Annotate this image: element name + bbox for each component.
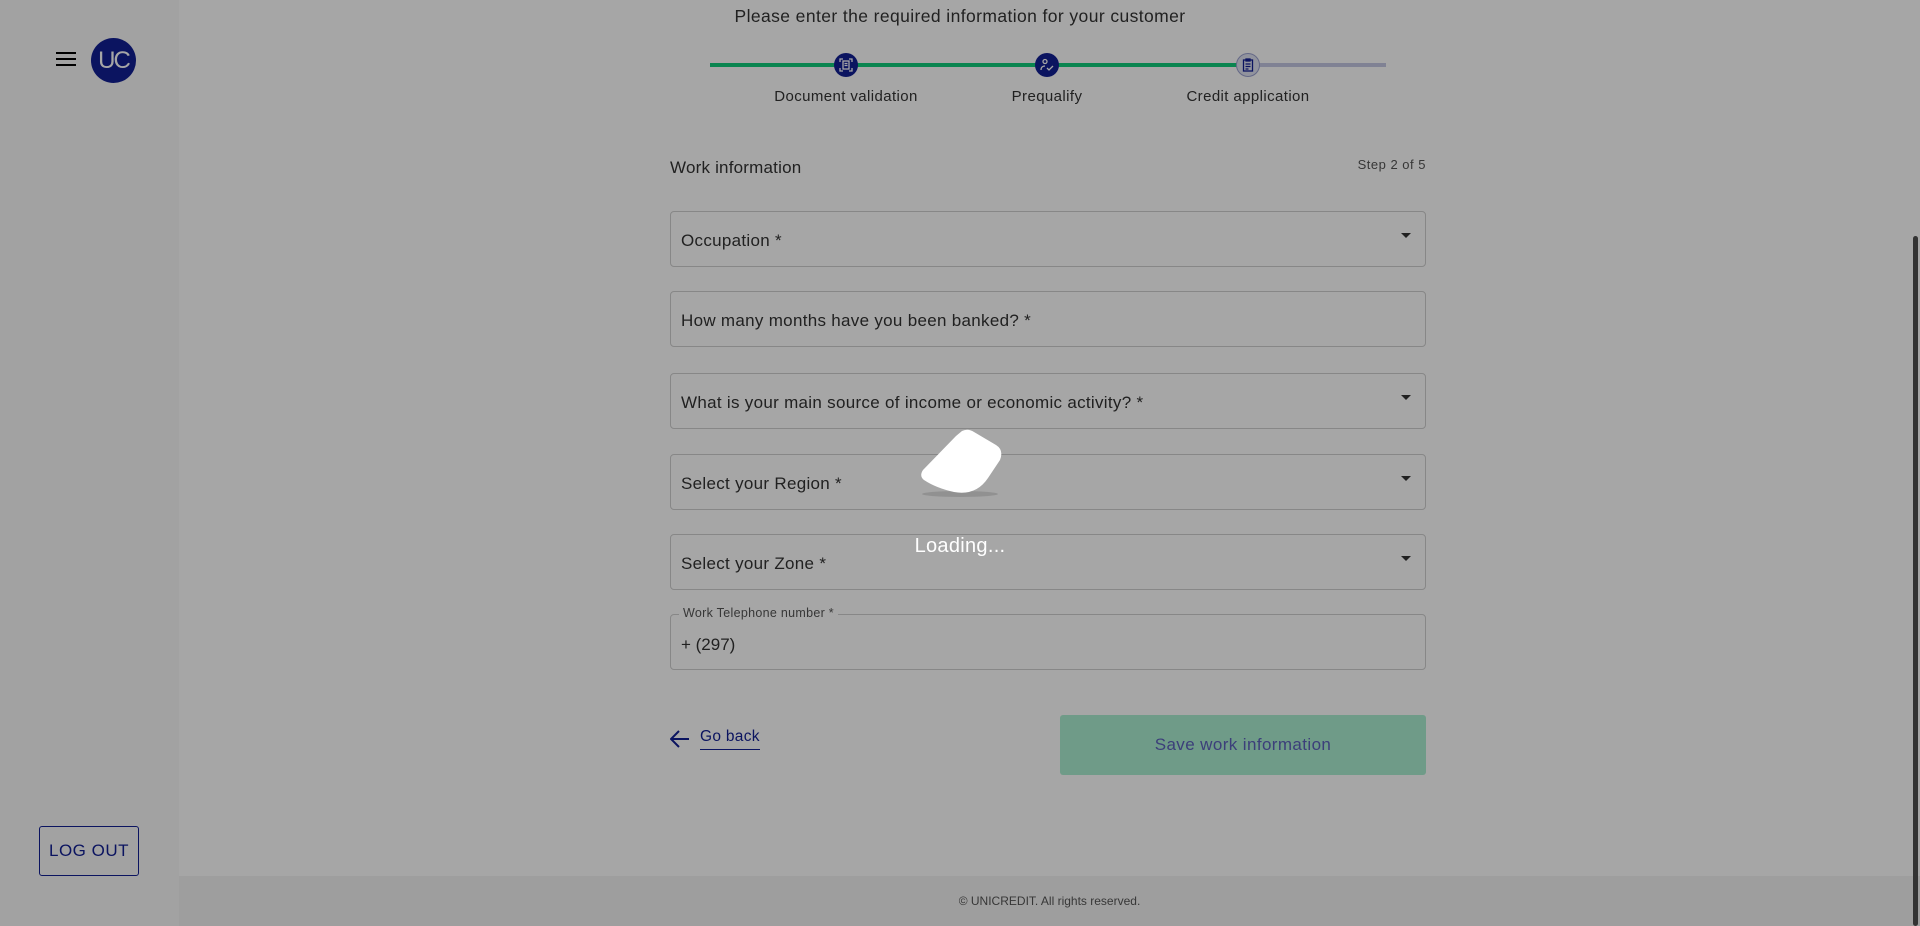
scrollbar-thumb[interactable]: [1913, 236, 1918, 926]
loading-spinner-icon: [921, 429, 1002, 497]
scrollbar[interactable]: [1908, 0, 1920, 926]
loading-text: Loading...: [914, 535, 1006, 557]
